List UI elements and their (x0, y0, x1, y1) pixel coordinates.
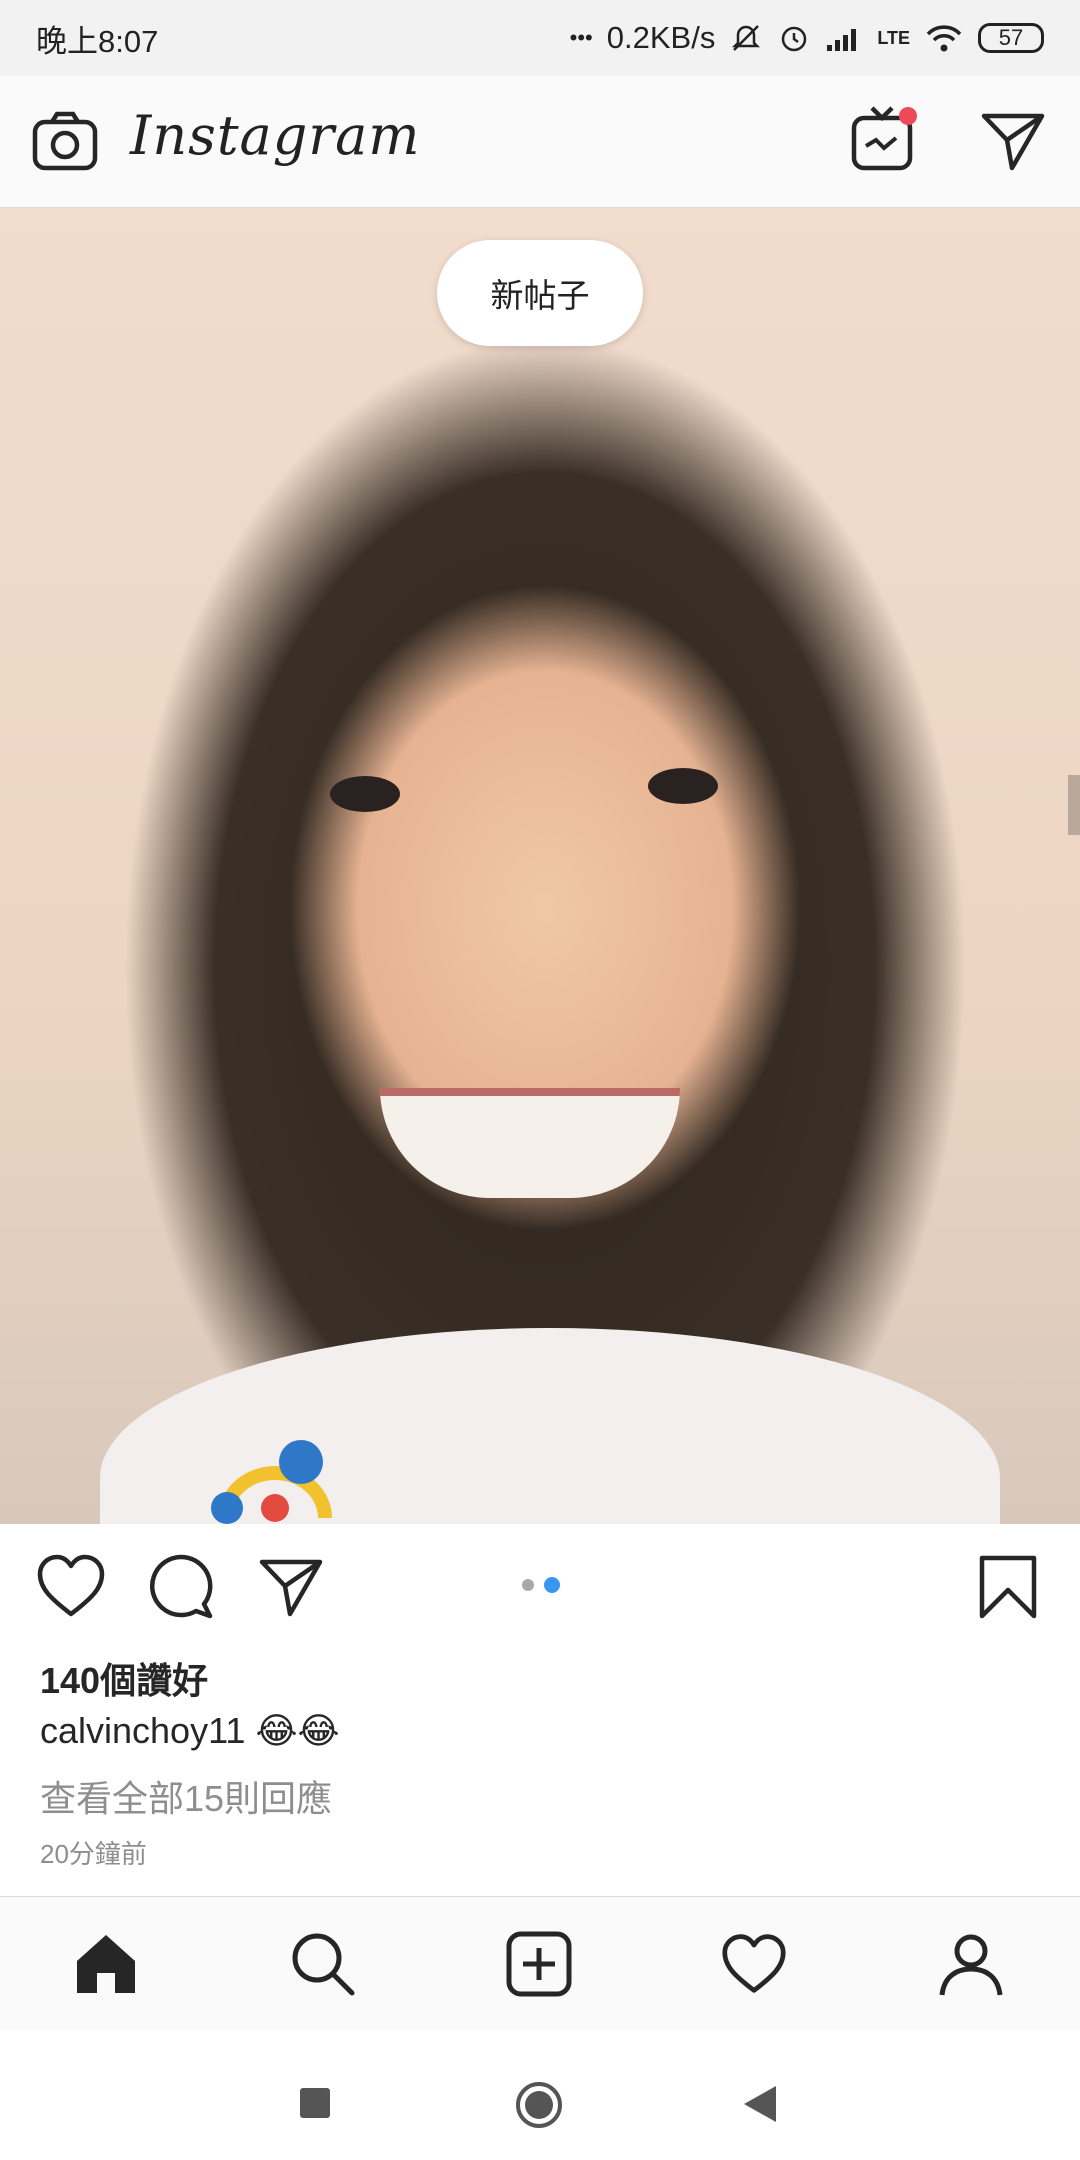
comment-bubble-icon[interactable] (148, 1554, 214, 1620)
add-post-icon[interactable] (506, 1931, 572, 1997)
carousel-dot-2-active (544, 1577, 560, 1593)
status-time: 晚上8:07 (36, 23, 159, 59)
app-header: Instagram (0, 76, 1080, 208)
search-icon[interactable] (290, 1931, 356, 1997)
photo-eye-left (330, 776, 400, 812)
net-speed: 0.2KB/s (606, 20, 716, 55)
home-circle-icon[interactable] (514, 2080, 564, 2130)
carousel-dot-1 (522, 1579, 534, 1591)
carousel-indicator (522, 1577, 560, 1593)
camera-icon[interactable] (32, 110, 98, 172)
status-more-dots: ••• (569, 25, 593, 50)
share-icon[interactable] (258, 1556, 324, 1618)
profile-icon[interactable] (938, 1931, 1004, 1997)
bookmark-icon[interactable] (978, 1554, 1038, 1620)
caption-text: 😂😂 (255, 1710, 340, 1751)
status-indicators: ••• 0.2KB/s LTE 57 (570, 20, 1044, 56)
bottom-tab-bar (0, 1896, 1080, 2030)
alarm-icon (782, 26, 807, 52)
status-bar: 晚上8:07 ••• 0.2KB/s LTE 57 (0, 0, 1080, 76)
photo-mouth (380, 1088, 680, 1198)
back-triangle-icon[interactable] (742, 2084, 778, 2124)
instagram-logo: Instagram (130, 104, 421, 167)
edge-scroll-handle[interactable] (1068, 775, 1080, 835)
view-all-comments-link[interactable]: 查看全部15則回應 (40, 1770, 332, 1822)
new-posts-button[interactable]: 新帖子 (437, 240, 643, 346)
like-heart-icon[interactable] (36, 1554, 106, 1618)
post-timestamp: 20分鐘前 (40, 1839, 147, 1869)
lte-label: LTE (877, 27, 910, 48)
home-icon[interactable] (73, 1931, 139, 1997)
likes-count[interactable]: 140個讚好 (40, 1652, 208, 1704)
signal-icon (827, 29, 857, 51)
photo-eye-right (648, 768, 718, 804)
photo-toy (211, 1440, 332, 1524)
recents-square-icon[interactable] (298, 2086, 332, 2120)
system-nav-bar (0, 2030, 1080, 2160)
igtv-icon[interactable] (850, 104, 920, 174)
post-photo[interactable] (0, 208, 1080, 1524)
activity-heart-icon[interactable] (721, 1933, 787, 1995)
battery-indicator: 57 (978, 23, 1044, 53)
direct-message-icon[interactable] (980, 110, 1046, 172)
mute-icon (732, 25, 761, 51)
caption-username[interactable]: calvinchoy11 (40, 1710, 245, 1751)
post-caption: calvinchoy11 😂😂 (40, 1710, 340, 1752)
wifi-icon (926, 25, 962, 52)
